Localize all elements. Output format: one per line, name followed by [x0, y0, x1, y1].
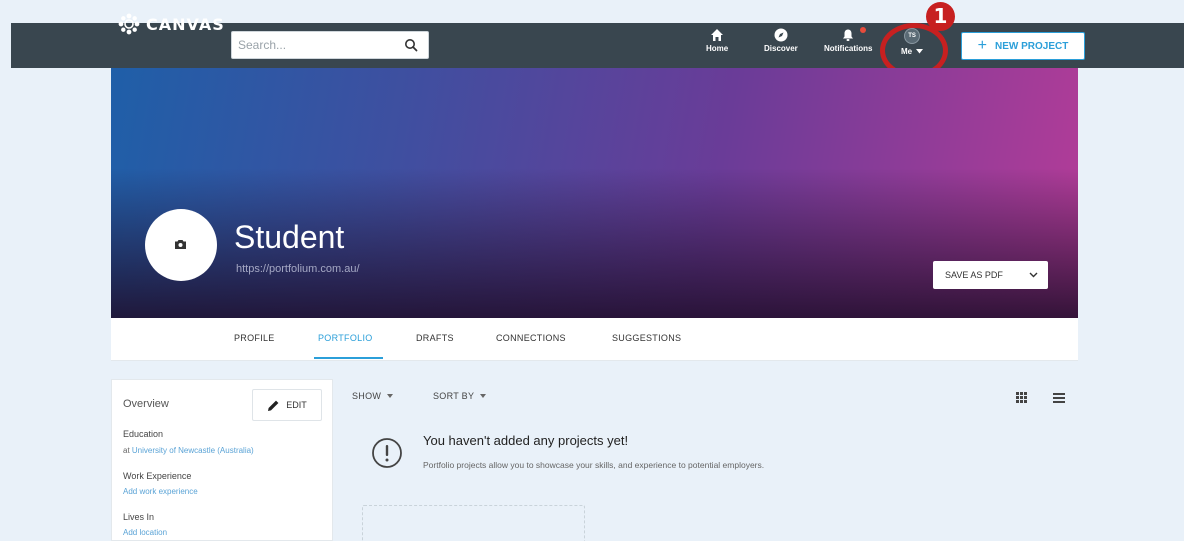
tab-portfolio[interactable]: PORTFOLIO: [318, 333, 373, 343]
search-box[interactable]: [231, 31, 429, 59]
empty-state-description: Portfolio projects allow you to showcase…: [423, 460, 765, 470]
education-value: at University of Newcastle (Australia): [123, 446, 254, 455]
compass-icon: [774, 28, 788, 42]
show-filter-label: SHOW: [352, 391, 382, 401]
edit-label: EDIT: [286, 400, 307, 410]
chevron-down-icon: [480, 394, 487, 398]
tab-drafts[interactable]: DRAFTS: [416, 333, 454, 343]
work-experience-label: Work Experience: [123, 471, 192, 481]
bell-icon: [843, 29, 854, 41]
alert-circle-icon: [372, 438, 402, 468]
grid-view-icon[interactable]: [1016, 392, 1027, 403]
nav-home[interactable]: Home: [706, 28, 728, 53]
chevron-down-icon: [1029, 272, 1038, 278]
education-prefix: at: [123, 446, 132, 455]
list-view-icon[interactable]: [1053, 393, 1065, 403]
empty-state-title: You haven't added any projects yet!: [423, 433, 629, 448]
active-tab-indicator: [314, 357, 383, 359]
profile-name: Student: [234, 219, 345, 255]
add-work-experience-link[interactable]: Add work experience: [123, 487, 198, 496]
search-icon[interactable]: [404, 38, 418, 52]
search-input[interactable]: [238, 36, 398, 54]
tab-suggestions[interactable]: SUGGESTIONS: [612, 333, 681, 343]
pencil-icon: [268, 400, 279, 411]
nav-discover-label: Discover: [764, 44, 798, 53]
tab-profile[interactable]: PROFILE: [234, 333, 275, 343]
chevron-down-icon: [387, 394, 394, 398]
callout-number-badge: 1: [926, 2, 955, 31]
notification-dot: [860, 27, 867, 33]
sort-by-label: SORT BY: [433, 391, 475, 401]
new-project-button[interactable]: + NEW PROJECT: [961, 32, 1085, 60]
overview-title: Overview: [123, 398, 169, 410]
new-project-label: NEW PROJECT: [995, 40, 1069, 52]
nav-notifications[interactable]: Notifications: [824, 27, 873, 53]
profile-photo-upload[interactable]: [145, 209, 217, 281]
save-as-pdf-button[interactable]: SAVE AS PDF: [933, 261, 1048, 289]
tab-connections[interactable]: CONNECTIONS: [496, 333, 566, 343]
education-label: Education: [123, 429, 164, 439]
logo-text: CANVAS: [146, 14, 225, 34]
lives-in-label: Lives In: [123, 512, 155, 522]
add-location-link[interactable]: Add location: [123, 528, 167, 537]
canvas-logo[interactable]: CANVAS: [118, 13, 225, 35]
education-school-link[interactable]: University of Newcastle (Australia): [132, 446, 254, 455]
nav-home-label: Home: [706, 44, 729, 53]
nav-notifications-label: Notifications: [824, 44, 873, 53]
save-as-pdf-label: SAVE AS PDF: [945, 270, 1003, 280]
canvas-logo-icon: [118, 13, 140, 35]
camera-icon: [175, 240, 186, 249]
edit-overview-button[interactable]: EDIT: [252, 389, 322, 421]
nav-discover[interactable]: Discover: [764, 28, 798, 53]
add-project-placeholder-card[interactable]: [362, 505, 585, 541]
plus-icon: +: [977, 37, 987, 54]
profile-url[interactable]: https://portfolium.com.au/: [236, 263, 360, 275]
show-filter-dropdown[interactable]: SHOW: [352, 391, 394, 401]
sort-by-dropdown[interactable]: SORT BY: [433, 391, 487, 401]
home-icon: [711, 29, 724, 41]
